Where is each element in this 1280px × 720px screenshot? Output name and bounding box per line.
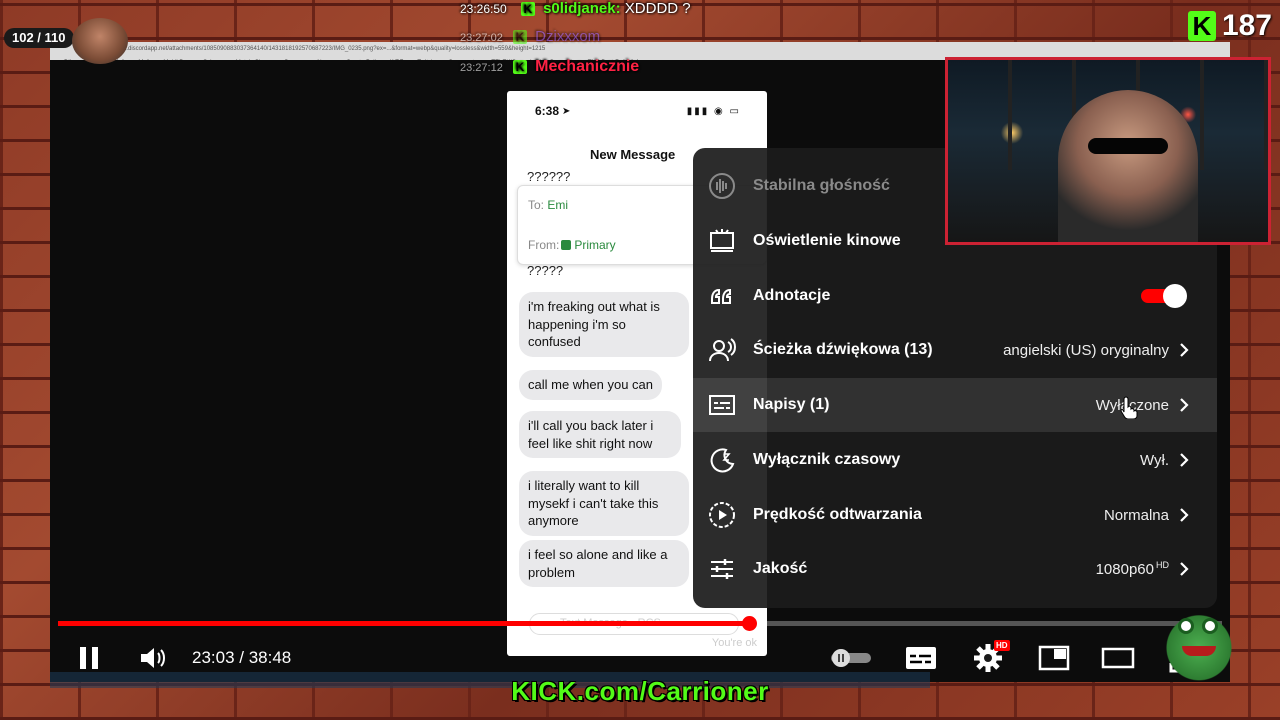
menu-label: Prędkość odtwarzania [753, 506, 922, 523]
duration: 38:48 [248, 648, 292, 667]
kick-badge-icon: K [520, 2, 535, 17]
chevron-right-icon [1180, 508, 1189, 522]
message-preview: ????? [527, 263, 564, 278]
time-separator: / [234, 648, 249, 667]
toggle-knob [1163, 284, 1187, 308]
chat-time: 23:27:02 [460, 32, 503, 44]
subtitles-icon [707, 390, 737, 420]
progress-fill [58, 621, 749, 626]
chevron-right-icon [1180, 562, 1189, 576]
frog-eye [1178, 618, 1194, 634]
viewer-counter: K 187 [1187, 9, 1272, 42]
menu-value: angielski (US) oryginalny [1003, 341, 1169, 359]
ambient-mode-icon [707, 226, 737, 256]
address-bar[interactable]: media.discordapp.net/attachments/1085090… [50, 42, 1230, 56]
menu-item-audio-track[interactable]: Ścieżka dźwiękowa (13) angielski (US) or… [693, 323, 1217, 377]
pause-icon [80, 647, 98, 669]
menu-label: Napisy (1) [753, 396, 830, 413]
message-bubble: i literally want to kill mysekf i can't … [519, 471, 689, 536]
mouse-cursor-icon [1120, 396, 1138, 419]
chevron-right-icon [1180, 398, 1189, 412]
chat-username: Dzixxxom [535, 28, 601, 45]
stable-volume-icon [707, 171, 737, 201]
chat-line-1: 23:26:50 K s0lidjanek: XDDDD ? [460, 0, 691, 17]
menu-label: Adnotacje [753, 287, 831, 304]
autoplay-icon [831, 649, 871, 667]
menu-label: Wyłącznik czasowy [753, 451, 901, 468]
chat-time: 23:27:12 [460, 62, 503, 74]
frog-mouth [1182, 646, 1216, 656]
hd-badge: HD [994, 640, 1010, 651]
message-bubble: i feel so alone and like a problem [519, 540, 689, 587]
sunglasses [1088, 138, 1168, 154]
to-field: To: Emi [528, 198, 569, 212]
current-time: 23:03 [192, 648, 235, 667]
chevron-right-icon [1180, 343, 1189, 357]
chat-time: 23:26:50 [460, 2, 507, 16]
frog-emote [1166, 606, 1232, 682]
menu-item-annotations[interactable]: Adnotacje [693, 269, 1217, 323]
chat-message: XDDDD ? [624, 0, 691, 17]
menu-label: Jakość [753, 560, 808, 577]
viewer-count: 187 [1221, 9, 1272, 42]
chat-line-2: 23:27:02 K Dzixxxom [460, 28, 600, 46]
subtitles-icon [906, 647, 936, 669]
message-bubble: i'm freaking out what is happening i'm s… [519, 292, 689, 357]
menu-item-sleep-timer[interactable]: Wyłącznik czasowy Wył. [693, 433, 1217, 487]
menu-item-quality[interactable]: Jakość 1080p60 HD [693, 542, 1217, 596]
annotations-toggle[interactable] [1141, 284, 1191, 308]
sleep-timer-icon [707, 445, 737, 475]
chat-line-3: 23:27:12 K Mechanicznie [460, 58, 639, 76]
chevron-right-icon [1180, 453, 1189, 467]
miniplayer-icon [1038, 645, 1070, 671]
volume-icon [141, 648, 165, 668]
hd-badge: HD [1156, 560, 1169, 570]
quality-icon [707, 554, 737, 584]
menu-item-playback-speed[interactable]: Prędkość odtwarzania Normalna [693, 488, 1217, 542]
kick-badge-icon: K [513, 60, 527, 75]
sub-goal-badge: 102 / 110 [4, 28, 74, 48]
menu-value: 1080p60 HD [1095, 560, 1169, 578]
webcam-overlay [945, 57, 1271, 245]
phone-time: 6:38 [535, 104, 560, 118]
menu-value: Wył. [1139, 451, 1169, 469]
theater-mode-button[interactable] [1100, 638, 1136, 678]
chat-username: s0lidjanek [543, 0, 616, 17]
menu-label: Ścieżka dźwiękowa (13) [753, 341, 933, 358]
message-bubble: i'll call you back later i feel like shi… [519, 411, 681, 458]
streamer-avatar [72, 18, 128, 64]
sim-icon [561, 240, 572, 250]
chat-username: Mechanicznie [535, 58, 640, 75]
kick-logo-icon: K [1187, 11, 1216, 41]
phone-status-icons: ▮▮▮ ◉ ▭ [686, 105, 741, 117]
message-preview: ?????? [527, 169, 571, 184]
phone-status-bar: 6:38 ➤ ▮▮▮ ◉ ▭ [535, 104, 741, 118]
kick-badge-icon: K [513, 30, 527, 45]
miniplayer-button[interactable] [1036, 638, 1072, 678]
theater-icon [1101, 647, 1135, 669]
annotations-icon [707, 281, 737, 311]
kick-url-banner: KICK.com/Carrioner [511, 676, 769, 706]
new-message-title: New Message [590, 147, 676, 162]
progress-bar[interactable] [58, 616, 1222, 631]
menu-item-subtitles[interactable]: Napisy (1) Wyłączone [693, 378, 1217, 432]
settings-button[interactable]: HD [970, 638, 1010, 678]
from-field: From: Primary [528, 238, 616, 252]
audio-track-icon [707, 335, 737, 365]
streamer-face [1058, 90, 1198, 242]
menu-value: Normalna [1103, 506, 1169, 524]
frog-eye [1202, 618, 1218, 634]
message-bubble: call me when you can [519, 370, 663, 400]
scrubber-handle[interactable] [742, 616, 757, 631]
playback-speed-icon [707, 500, 737, 530]
